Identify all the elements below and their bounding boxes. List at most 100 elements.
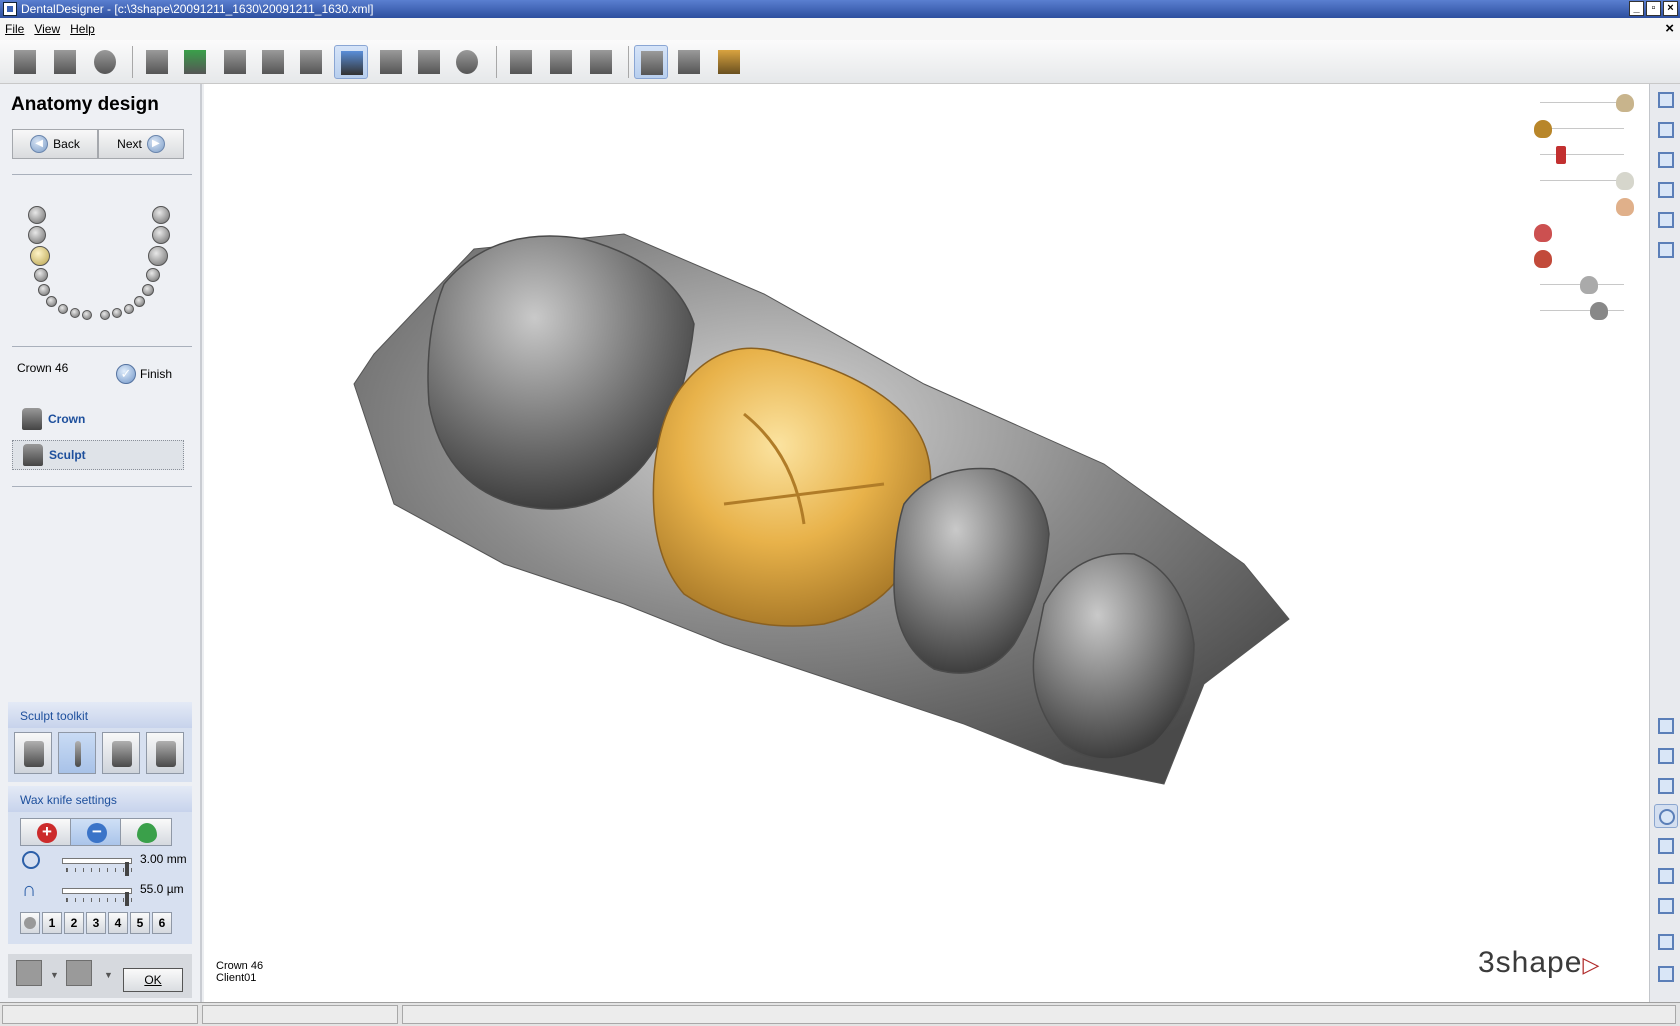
color-button-1[interactable]: [16, 960, 42, 986]
minimize-button[interactable]: _: [1629, 1, 1644, 16]
die-icon: [1616, 172, 1634, 190]
tooth[interactable]: [82, 310, 92, 320]
scale-button[interactable]: [584, 45, 618, 79]
ok-button[interactable]: OK: [123, 968, 183, 992]
tooth[interactable]: [152, 206, 170, 224]
title-bar: DentalDesigner - [c:\3shape\20091211_163…: [0, 0, 1680, 18]
anatomy-tool-button[interactable]: [374, 45, 408, 79]
smooth-tool-button[interactable]: [146, 732, 184, 774]
collision-view-button[interactable]: [1654, 864, 1678, 888]
transform-button[interactable]: [504, 45, 538, 79]
tooth[interactable]: [142, 284, 154, 296]
tooth[interactable]: [28, 226, 46, 244]
visibility-slider-crown[interactable]: [1534, 196, 1634, 218]
menu-file[interactable]: File: [0, 22, 29, 36]
tooth[interactable]: [28, 206, 46, 224]
3d-viewport[interactable]: Crown 46 Client01 3shape▷: [204, 84, 1649, 1002]
visibility-slider-upper[interactable]: [1534, 118, 1634, 140]
next-button[interactable]: Next ▶: [98, 129, 184, 159]
save-cad-button[interactable]: [450, 45, 484, 79]
menu-view[interactable]: View: [29, 22, 65, 36]
scan-button[interactable]: [88, 45, 122, 79]
documents-button[interactable]: [48, 45, 82, 79]
preset-3-button[interactable]: 3: [86, 912, 106, 934]
preset-5-button[interactable]: 5: [130, 912, 150, 934]
warning-view-button[interactable]: [1654, 834, 1678, 858]
step-item-sculpt[interactable]: Sculpt: [12, 440, 184, 470]
tooth[interactable]: [100, 310, 110, 320]
tooth[interactable]: [124, 304, 134, 314]
morph-tool-button[interactable]: [14, 732, 52, 774]
annotation-tool-button[interactable]: [712, 45, 746, 79]
spray-tool-button[interactable]: [102, 732, 140, 774]
visibility-slider-antagonist[interactable]: [1534, 92, 1634, 114]
close-button[interactable]: ×: [1663, 1, 1678, 16]
die-button[interactable]: [218, 45, 252, 79]
open-order-button[interactable]: [8, 45, 42, 79]
visibility-slider-opacity[interactable]: [1534, 300, 1634, 322]
tooth[interactable]: [152, 226, 170, 244]
tooth[interactable]: [146, 268, 160, 282]
depth-slider[interactable]: [62, 888, 132, 906]
coping-button[interactable]: [256, 45, 290, 79]
measure-tool-button[interactable]: [672, 45, 706, 79]
tooth[interactable]: [58, 304, 68, 314]
dropdown-arrow-icon[interactable]: ▼: [50, 970, 59, 980]
pan-button[interactable]: [1654, 744, 1678, 768]
size-slider[interactable]: [62, 858, 132, 876]
axis-view-button[interactable]: [1654, 894, 1678, 918]
restore-button[interactable]: ▫: [1646, 1, 1661, 16]
dropdown-arrow-icon[interactable]: ▼: [104, 970, 113, 980]
tooth[interactable]: [46, 296, 57, 307]
visibility-slider-coping[interactable]: [1534, 222, 1634, 244]
tooth[interactable]: [112, 308, 122, 318]
view-left-button[interactable]: [1654, 148, 1678, 172]
view-top-button[interactable]: [1654, 208, 1678, 232]
rotate-button[interactable]: [544, 45, 578, 79]
print-view-button[interactable]: [1654, 962, 1678, 986]
tooth[interactable]: [38, 284, 50, 296]
view-front-button[interactable]: [1654, 88, 1678, 112]
tooth[interactable]: [148, 246, 168, 266]
visibility-slider-tooth[interactable]: [1534, 248, 1634, 270]
view-bottom-button[interactable]: [1654, 238, 1678, 262]
preset-1-button[interactable]: 1: [42, 912, 62, 934]
preset-4-button[interactable]: 4: [108, 912, 128, 934]
eye-view-button[interactable]: [1654, 804, 1678, 828]
finish-button[interactable]: ✓ Finish: [116, 364, 172, 384]
prep-icon: [1658, 778, 1674, 794]
anatomy-design-button[interactable]: [334, 45, 368, 79]
tooth[interactable]: [34, 268, 48, 282]
bridge-button[interactable]: [412, 45, 446, 79]
visibility-slider-cut[interactable]: [1534, 144, 1634, 166]
remove-material-button[interactable]: −: [70, 818, 122, 846]
visibility-slider-transparency[interactable]: [1534, 274, 1634, 296]
preset-2-button[interactable]: 2: [64, 912, 84, 934]
measure-button[interactable]: [1654, 930, 1678, 954]
color-button-2[interactable]: [66, 960, 92, 986]
add-material-button[interactable]: +: [20, 818, 72, 846]
view-right-button[interactable]: [1654, 178, 1678, 202]
toolbar-separator: [132, 46, 133, 78]
tooth[interactable]: [70, 308, 80, 318]
zoom-fit-button[interactable]: [1654, 714, 1678, 738]
insertion-direction-button[interactable]: [178, 45, 212, 79]
preset-reset-button[interactable]: [20, 912, 40, 934]
preset-6-button[interactable]: 6: [152, 912, 172, 934]
tooth[interactable]: [134, 296, 145, 307]
tooth-46-selected[interactable]: [30, 246, 50, 266]
menu-help[interactable]: Help: [65, 22, 100, 36]
prep-view-button[interactable]: [1654, 774, 1678, 798]
wax-knife-button[interactable]: [58, 732, 96, 774]
back-button[interactable]: ◀ Back: [12, 129, 98, 159]
preset-row: 1 2 3 4 5 6: [20, 912, 190, 934]
tooth-button[interactable]: [294, 45, 328, 79]
margin-line-button[interactable]: [140, 45, 174, 79]
view-back-button[interactable]: [1654, 118, 1678, 142]
document-close-icon[interactable]: ×: [1665, 20, 1674, 37]
smooth-material-button[interactable]: [120, 818, 172, 846]
back-label: Back: [53, 137, 80, 151]
visibility-slider-die[interactable]: [1534, 170, 1634, 192]
select-tool-button[interactable]: [634, 45, 668, 79]
step-item-crown[interactable]: Crown: [12, 404, 184, 434]
